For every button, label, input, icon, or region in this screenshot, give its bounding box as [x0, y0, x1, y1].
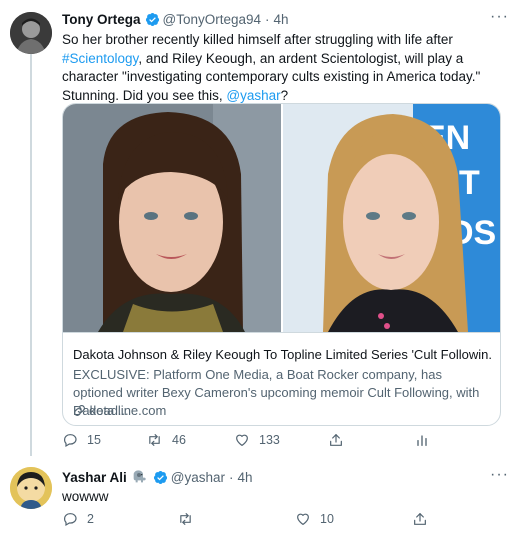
tweet-actions: 15 46 133 [62, 432, 442, 452]
link-icon [74, 405, 85, 416]
tweet-actions: 2 10 [62, 511, 442, 531]
reply-count: 15 [87, 433, 101, 447]
like-icon [297, 513, 309, 525]
reply-button[interactable]: 2 [62, 511, 94, 527]
reply-button[interactable]: 15 [62, 432, 101, 448]
tweet-text-part: ? [280, 87, 289, 103]
timestamp[interactable]: 4h [238, 470, 253, 485]
verified-badge-icon [145, 12, 159, 26]
like-button[interactable]: 133 [234, 432, 280, 448]
share-button[interactable] [412, 511, 437, 527]
retweet-button[interactable] [177, 511, 203, 527]
avatar[interactable] [10, 12, 52, 54]
like-count: 133 [259, 433, 280, 447]
tweet-text: wowww [62, 489, 109, 504]
avatar[interactable] [10, 467, 52, 509]
more-icon[interactable]: ··· [490, 466, 509, 484]
share-icon [330, 434, 342, 446]
display-name[interactable]: Yashar Ali [62, 470, 127, 485]
analytics-button[interactable] [414, 432, 439, 448]
elephant-emoji [133, 470, 146, 483]
reply-icon [64, 434, 77, 448]
retweet-button[interactable]: 46 [146, 432, 186, 448]
verified-badge-icon [153, 470, 167, 484]
like-icon [236, 434, 248, 446]
retweet-count: 46 [172, 433, 186, 447]
analytics-icon [417, 435, 427, 446]
share-icon [414, 513, 426, 525]
like-button[interactable]: 10 [295, 511, 334, 527]
reply-icon [64, 513, 77, 527]
card-title[interactable]: Dakota Johnson & Riley Keough To Topline… [73, 347, 493, 362]
tweet-header: Yashar Ali @yashar · 4h [62, 467, 253, 487]
card-image[interactable]: EN T DS [63, 104, 500, 332]
timestamp[interactable]: 4h [274, 12, 289, 27]
like-count: 10 [320, 512, 334, 526]
svg-text:T: T [459, 164, 480, 202]
share-button[interactable] [328, 432, 353, 448]
card-photo-left [63, 104, 281, 332]
more-icon[interactable]: ··· [490, 8, 509, 26]
mention-link[interactable]: @yashar [226, 88, 280, 103]
tweet-header: Tony Ortega @TonyOrtega94 · 4h [62, 9, 289, 29]
card-divider [63, 332, 500, 333]
tweet-text: So her brother recently killed himself a… [62, 31, 512, 105]
hashtag-link[interactable]: #Scientology [62, 51, 138, 66]
display-name[interactable]: Tony Ortega [62, 12, 141, 27]
tweet-text-part: So her brother recently killed himself a… [62, 32, 453, 47]
reply-count: 2 [87, 512, 94, 526]
tweet-tony-ortega[interactable]: Tony Ortega @TonyOrtega94 · 4h ··· So he… [0, 0, 525, 460]
handle[interactable]: @TonyOrtega94 [163, 12, 262, 27]
card-domain[interactable]: deadline.com [73, 403, 166, 418]
separator-dot: · [265, 11, 270, 27]
card-domain-text: deadline.com [89, 403, 167, 418]
retweet-icon [149, 434, 160, 446]
card-photo-right: EN T DS [283, 104, 500, 332]
link-preview-card[interactable]: EN T DS Dakota Johnson & Riley Keough To… [62, 103, 501, 426]
handle[interactable]: @yashar [171, 470, 225, 485]
separator-dot: · [229, 469, 234, 485]
retweet-icon [180, 513, 191, 525]
